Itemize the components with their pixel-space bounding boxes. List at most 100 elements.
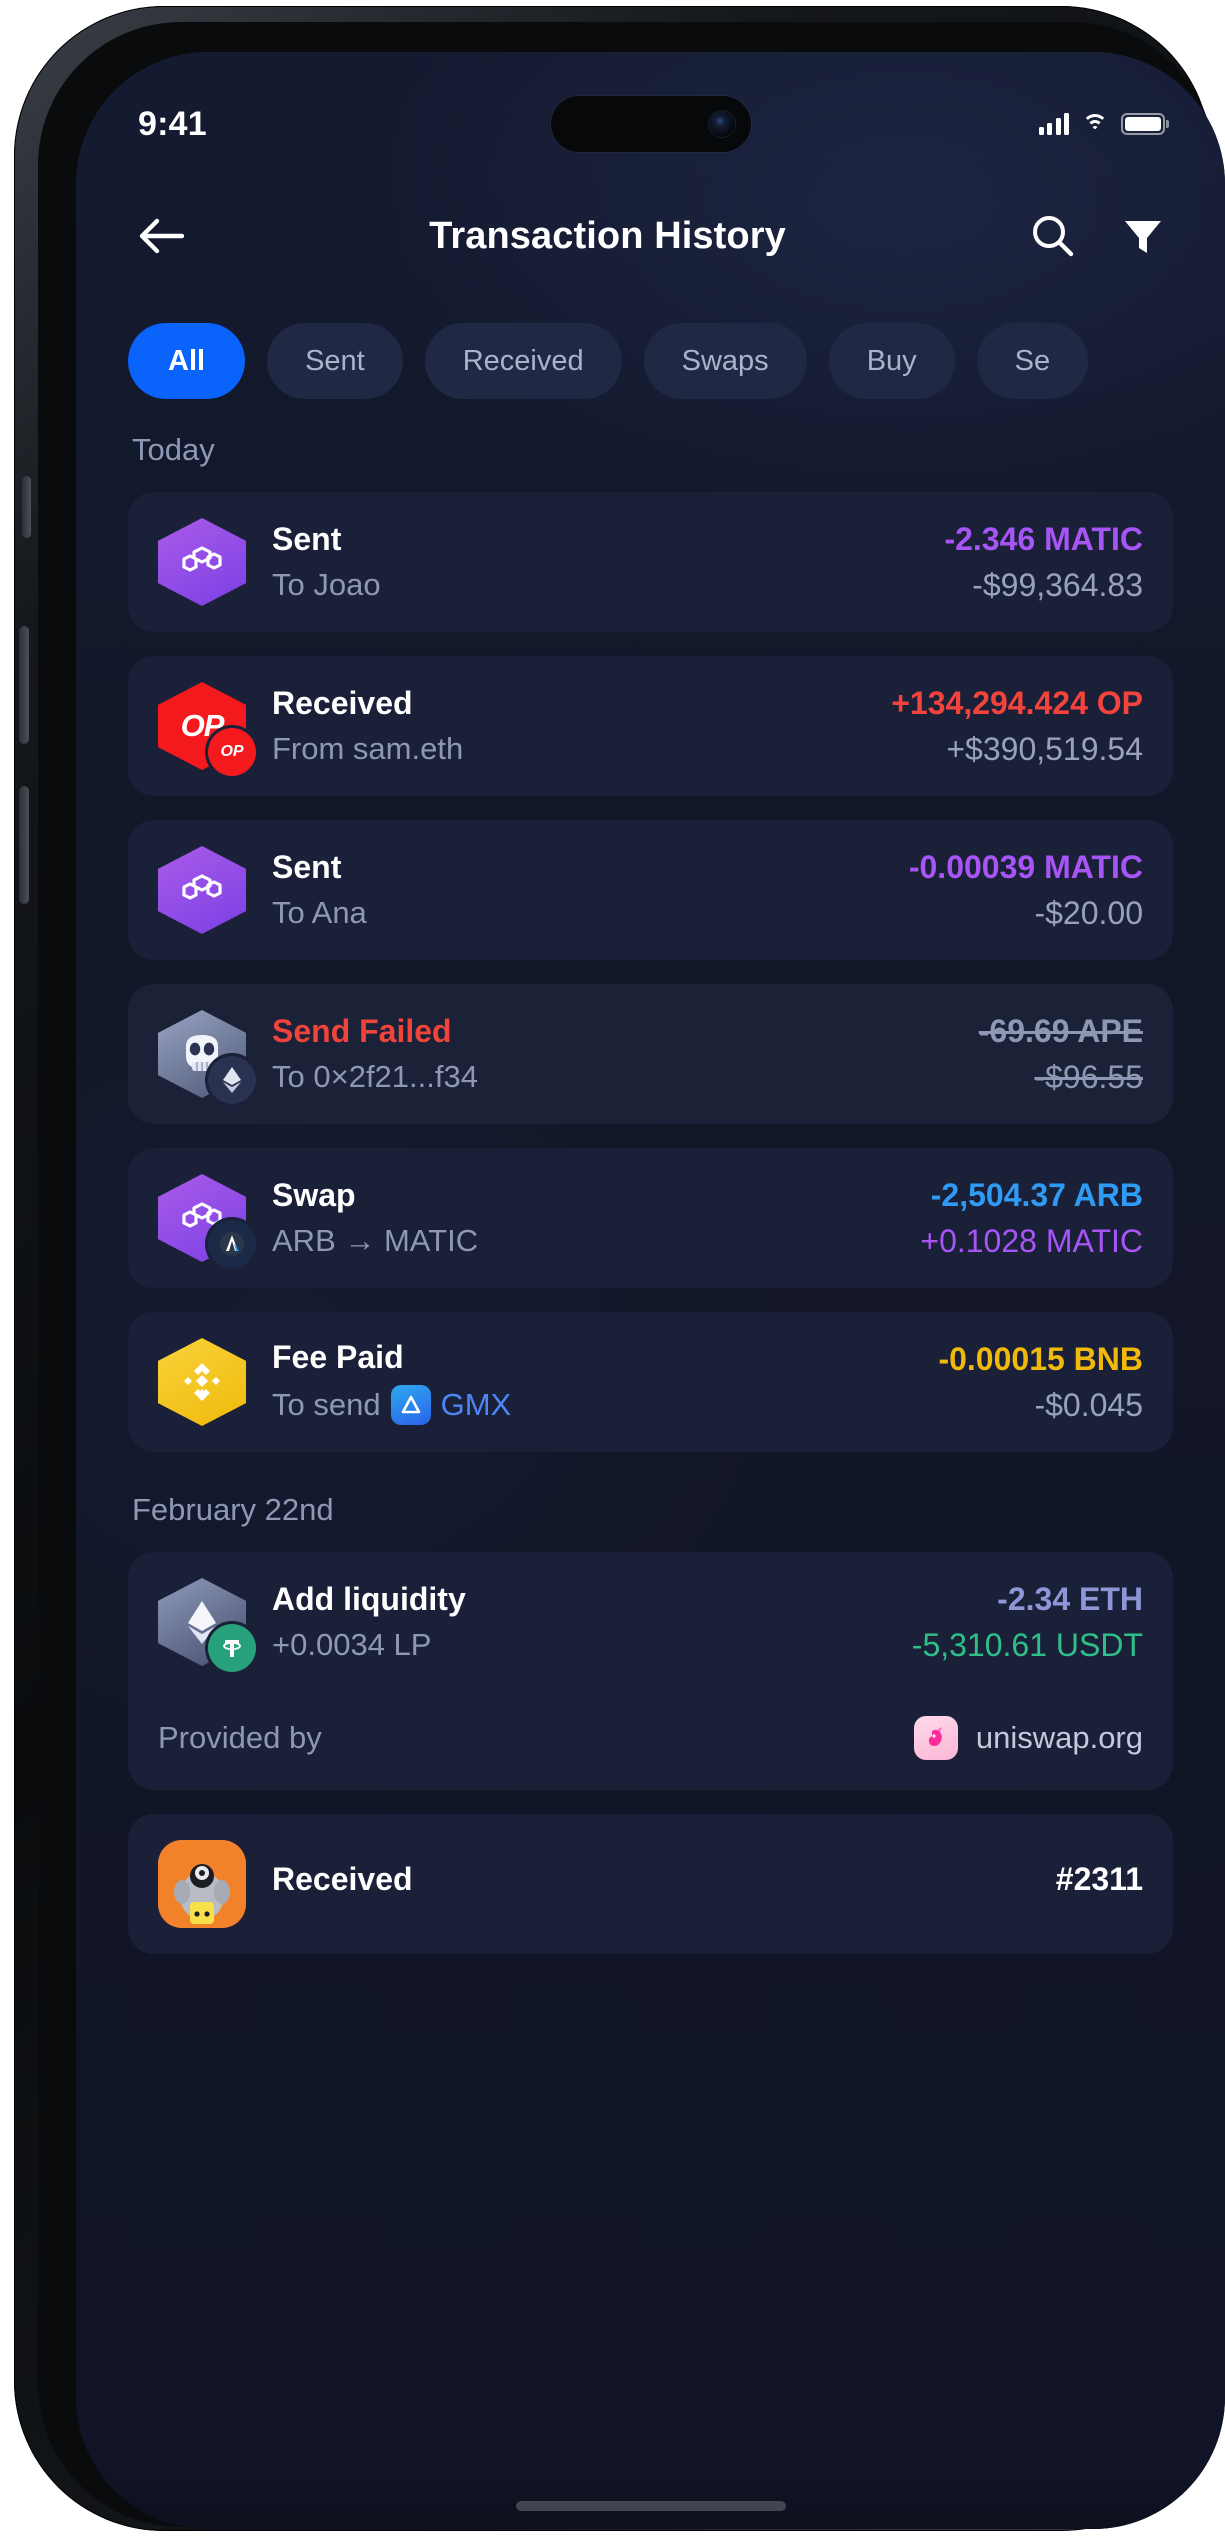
filter-chip-sent[interactable]: Sent [267,323,403,399]
search-button[interactable] [1023,206,1083,266]
nft-avatar-icon [158,1840,246,1928]
filter-funnel-icon [1125,221,1161,253]
binance-bnb-token-icon [158,1338,246,1426]
polygon-matic-token-icon [158,846,246,934]
app-header: Transaction History [76,190,1225,282]
transaction-amount: -0.00015 BNB [938,1340,1143,1377]
transaction-subtitle: From sam.eth [272,731,464,766]
page-title: Transaction History [429,214,786,257]
transaction-list[interactable]: Today Sent To Joao -2.346 MATIC -$99,364… [76,420,1225,2529]
transaction-subtitle: To 0×2f21...f34 [272,1059,478,1094]
header-actions [1023,206,1173,266]
transaction-fiat: +0.1028 MATIC [920,1222,1143,1259]
filter-chip-buy[interactable]: Buy [828,323,955,399]
filter-chip-swaps[interactable]: Swaps [643,323,807,399]
bnb-glyph [184,1363,220,1401]
section-header-today: Today [132,432,215,467]
provided-by-row[interactable]: Provided by uniswap.org [128,1692,1173,1790]
wifi-icon [1082,113,1108,135]
cellular-bars-icon [1038,113,1069,135]
back-arrow-icon [139,218,184,254]
filter-chip-received[interactable]: Received [424,323,622,399]
optimism-badge-icon: OP [208,728,256,776]
transaction-title: Sent [272,521,342,557]
ethereum-glyph [223,1067,241,1093]
transaction-fiat: -$20.00 [1034,894,1143,931]
transaction-title: Send Failed [272,1013,452,1049]
optimism-op-token-icon: OP OP [158,682,256,776]
transaction-row-swap[interactable]: Swap ARB → MATIC -2,504.37 ARB +0.1028 M… [128,1148,1173,1288]
filter-button[interactable] [1113,206,1173,266]
home-indicator[interactable] [515,2501,786,2511]
polygon-matic-token-icon [158,518,246,606]
transaction-amount: -2.34 ETH [997,1580,1143,1617]
apecoin-ape-token-icon [158,1010,256,1104]
status-time: 9:41 [138,104,207,143]
transaction-subtitle-prefix: To send [272,1387,381,1422]
transaction-title: Received [272,685,413,721]
transaction-title: Fee Paid [272,1339,404,1375]
arbitrum-badge-icon [208,1220,256,1268]
silent-switch[interactable] [22,476,31,538]
arbitrum-glyph [220,1232,244,1256]
transaction-nft-id: #2311 [1055,1861,1143,1897]
transaction-amount: -2,504.37 ARB [930,1176,1143,1213]
battery-full-icon [1121,113,1165,135]
transaction-row-received-sam[interactable]: OP OP Received From sam.eth +134,294.424… [128,656,1173,796]
section-header-february-22nd: February 22nd [132,1492,334,1527]
transaction-title: Sent [272,849,342,885]
transaction-fiat: -5,310.61 USDT [911,1626,1143,1663]
polygon-glyph [182,874,222,900]
tether-usdt-badge-icon [208,1624,256,1672]
provided-by-label: Provided by [158,1720,322,1755]
dynamic-island [550,96,751,152]
screenshot-stage: 9:41 Transaction History All Sent Receiv… [0,0,1225,2537]
provider-info[interactable]: uniswap.org [913,1716,1143,1760]
transaction-fiat: -$99,364.83 [972,566,1143,603]
transaction-amount: -0.00039 MATIC [908,848,1143,885]
transaction-row-sent-joao[interactable]: Sent To Joao -2.346 MATIC -$99,364.83 [128,492,1173,632]
tether-glyph [223,1640,241,1657]
back-button[interactable] [124,199,198,273]
front-camera-icon [708,111,735,137]
unicorn-glyph [928,1727,942,1746]
filter-chip-sell[interactable]: Se [976,323,1089,399]
transaction-row-add-liquidity[interactable]: Add liquidity +0.0034 LP -2.34 ETH -5,31… [128,1552,1173,1692]
transaction-title: Add liquidity [272,1581,466,1617]
transaction-subtitle: To Ana [272,895,367,930]
phone-bezel: 9:41 Transaction History All Sent Receiv… [38,22,1225,2529]
transaction-title: Received [272,1861,413,1897]
volume-down-button[interactable] [19,786,29,904]
gmx-app-name[interactable]: GMX [441,1387,512,1423]
transaction-fiat: -$0.045 [1034,1386,1143,1423]
filter-chip-row[interactable]: All Sent Received Swaps Buy Se [76,320,1225,402]
transaction-subtitle: To send GMX [272,1385,912,1425]
gmx-app-icon [390,1385,431,1425]
transaction-row-fee-paid[interactable]: Fee Paid To send GMX -0.00015 BNB -$0.04… [128,1312,1173,1452]
uniswap-unicorn-icon [913,1716,958,1760]
filter-chip-all[interactable]: All [128,323,246,399]
transaction-subtitle: ARB → MATIC [272,1223,479,1258]
phone-frame: 9:41 Transaction History All Sent Receiv… [14,6,1225,2531]
transaction-row-received-nft[interactable]: Received #2311 [128,1814,1173,1954]
transaction-amount: -69.69 APE [978,1012,1143,1049]
volume-up-button[interactable] [19,626,29,744]
phone-screen: 9:41 Transaction History All Sent Receiv… [76,52,1225,2529]
provider-name[interactable]: uniswap.org [976,1720,1143,1756]
transaction-amount: -2.346 MATIC [944,520,1143,557]
transaction-fiat: +$390,519.54 [946,730,1143,767]
transaction-row-send-failed[interactable]: Send Failed To 0×2f21...f34 -69.69 APE -… [128,984,1173,1124]
transaction-fiat: -$96.55 [1034,1058,1143,1095]
transaction-subtitle: To Joao [272,567,381,602]
transaction-amount: +134,294.424 OP [891,684,1143,721]
polygon-matic-token-icon [158,1174,256,1268]
ethereum-eth-token-icon [158,1578,256,1672]
polygon-glyph [182,546,222,572]
gmx-glyph [401,1395,420,1414]
status-icons [1038,113,1165,135]
search-icon [1033,216,1074,257]
transaction-subtitle: +0.0034 LP [272,1627,432,1662]
ethereum-badge-icon [208,1056,256,1104]
nft-avatar-glyph [158,1840,246,1928]
transaction-row-sent-ana[interactable]: Sent To Ana -0.00039 MATIC -$20.00 [128,820,1173,960]
